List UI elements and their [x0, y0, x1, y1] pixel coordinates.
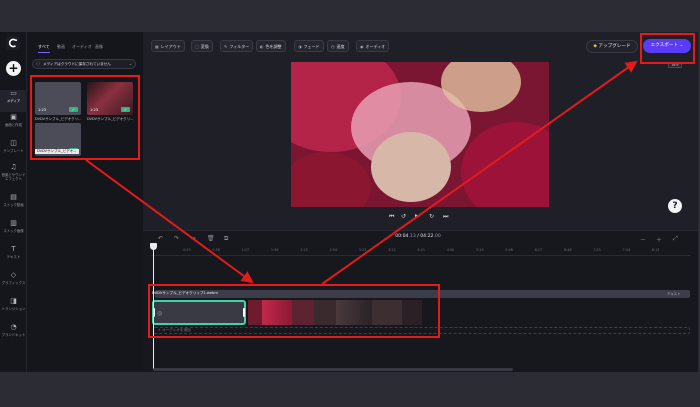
- arrow-media-to-timeline: [85, 159, 254, 284]
- arrow-timeline-to-export: [321, 60, 638, 285]
- annotation-arrows: [85, 60, 638, 285]
